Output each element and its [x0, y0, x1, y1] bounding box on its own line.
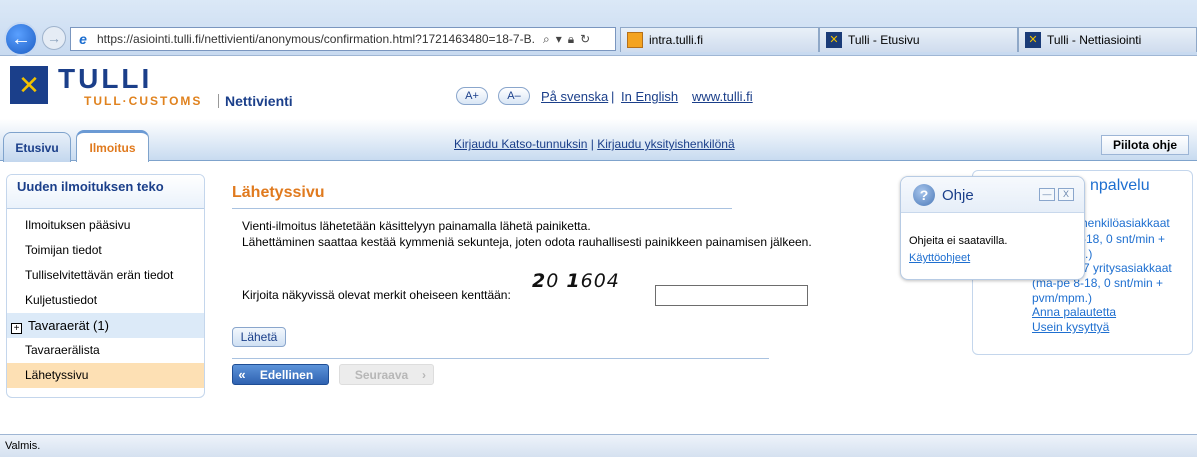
- tab-ilmoitus[interactable]: Ilmoitus: [76, 130, 149, 162]
- double-chevron-left-icon: «: [238, 367, 246, 382]
- address-bar[interactable]: e https://asiointi.tulli.fi/nettivienti/…: [70, 27, 616, 51]
- feedback-link[interactable]: Anna palautetta: [1032, 305, 1116, 319]
- tulli-emblem-icon: ✕: [10, 66, 48, 104]
- arrow-right-icon: →: [47, 30, 61, 46]
- tulli-favicon-icon: ✕: [1025, 32, 1041, 48]
- captcha-char: 0: [546, 270, 560, 292]
- question-icon: ?: [913, 184, 935, 206]
- browser-tab-tulli-etusivu[interactable]: ✕ Tulli - Etusivu: [819, 27, 1018, 52]
- divider: [232, 358, 769, 359]
- search-icon[interactable]: ⌕: [543, 32, 550, 47]
- brand-subtitle: TULL·CUSTOMS: [84, 94, 203, 108]
- minimize-icon[interactable]: —: [1039, 188, 1055, 201]
- brand-logo: TULLI: [58, 63, 153, 94]
- sidebar-item-consignment[interactable]: Tulliselvitettävän erän tiedot: [7, 263, 204, 288]
- customer-service-text: pvm/mpm.): [1032, 291, 1092, 305]
- lang-english-link[interactable]: In English: [621, 89, 678, 104]
- browser-toolbar: ← → e https://asiointi.tulli.fi/nettivie…: [0, 0, 1197, 56]
- app-name: Nettivienti: [225, 93, 293, 109]
- login-katso-link[interactable]: Kirjaudu Katso-tunnuksin: [454, 137, 587, 151]
- sidebar-title: Uuden ilmoituksen teko: [7, 175, 204, 209]
- hide-help-button[interactable]: Piilota ohje: [1101, 135, 1189, 155]
- captcha-input[interactable]: [655, 285, 808, 306]
- tab-title: Tulli - Etusivu: [848, 33, 920, 47]
- font-increase-button[interactable]: A+: [456, 87, 488, 105]
- expand-icon[interactable]: +: [11, 323, 22, 334]
- next-button[interactable]: Seuraava ›: [339, 364, 434, 385]
- sidebar: Uuden ilmoituksen teko Ilmoituksen pääsi…: [6, 174, 205, 398]
- next-button-label: Seuraava: [354, 367, 409, 382]
- tulli-site-link[interactable]: www.tulli.fi: [692, 89, 753, 104]
- sidebar-item-goods-items[interactable]: + Tavaraerät (1): [7, 313, 204, 338]
- tab-title: intra.tulli.fi: [649, 33, 704, 47]
- intra-favicon-icon: [627, 32, 643, 48]
- captcha-image: 20 1604: [532, 270, 620, 292]
- user-guide-link[interactable]: Käyttöohjeet: [909, 252, 970, 264]
- tab-etusivu[interactable]: Etusivu: [3, 132, 71, 162]
- help-popup-header: ? Ohje — X: [901, 177, 1084, 213]
- customer-service-title: npalvelu: [1090, 177, 1150, 194]
- previous-button-label: Edellinen: [259, 367, 314, 382]
- refresh-icon[interactable]: ↻: [580, 32, 590, 46]
- lock-icon[interactable]: 🔒︎: [568, 32, 574, 47]
- forward-button[interactable]: →: [42, 26, 66, 50]
- url-text[interactable]: https://asiointi.tulli.fi/nettivienti/an…: [97, 32, 537, 46]
- browser-tab-tulli-nettiasiointi[interactable]: ✕ Tulli - Nettiasiointi: [1018, 27, 1197, 52]
- ie-page-icon: e: [79, 31, 87, 47]
- tulli-favicon-icon: ✕: [826, 32, 842, 48]
- help-title: Ohje: [942, 187, 974, 204]
- send-button[interactable]: Lähetä: [232, 327, 286, 347]
- info-text-1: Vienti-ilmoitus lähetetään käsittelyyn p…: [242, 219, 591, 233]
- help-popup: ? Ohje — X Ohjeita ei saatavilla. Käyttö…: [900, 176, 1085, 280]
- sidebar-item-send-page[interactable]: Lähetyssivu: [7, 363, 204, 388]
- chevron-right-icon: ›: [422, 367, 426, 382]
- lang-swedish-link[interactable]: På svenska: [541, 89, 608, 104]
- font-decrease-button[interactable]: A–: [498, 87, 530, 105]
- back-button[interactable]: ←: [4, 22, 38, 56]
- link-separator: |: [611, 89, 615, 104]
- faq-link[interactable]: Usein kysyttyä: [1032, 320, 1109, 334]
- divider: [218, 94, 219, 108]
- captcha-label: Kirjoita näkyvissä olevat merkit oheisee…: [242, 288, 511, 302]
- customer-service-text: .): [1085, 247, 1093, 261]
- sidebar-item-operator[interactable]: Toimijan tiedot: [7, 238, 204, 263]
- arrow-left-icon: ←: [11, 27, 31, 50]
- sidebar-item-main-page[interactable]: Ilmoituksen pääsivu: [7, 213, 204, 238]
- customer-service-text: -18, 0 snt/min +: [1082, 232, 1166, 246]
- close-icon[interactable]: X: [1058, 188, 1074, 201]
- divider: [232, 208, 732, 209]
- captcha-char: 2: [532, 270, 547, 292]
- sidebar-item-transport[interactable]: Kuljetustiedot: [7, 288, 204, 313]
- captcha-char: 604: [580, 270, 620, 292]
- site-header: ✕ TULLI TULL·CUSTOMS Nettivienti A+ A– P…: [0, 57, 1197, 162]
- customer-service-text: 6 henkilöasiakkaat: [1071, 216, 1170, 230]
- tab-title: Tulli - Nettiasiointi: [1047, 33, 1142, 47]
- status-bar: Valmis.: [0, 434, 1197, 457]
- sidebar-item-label: Tavaraerät (1): [28, 318, 109, 333]
- dropdown-arrow-icon[interactable]: ▾: [556, 32, 562, 46]
- login-private-link[interactable]: Kirjaudu yksityishenkilönä: [597, 137, 734, 151]
- login-links: Kirjaudu Katso-tunnuksin | Kirjaudu yksi…: [454, 137, 735, 151]
- sidebar-item-goods-list[interactable]: Tavaraerälista: [7, 338, 204, 363]
- page-title: Lähetyssivu: [232, 184, 325, 201]
- customer-service-text: 7 yritysasiakkaat: [1083, 261, 1172, 275]
- captcha-char: 1: [566, 270, 581, 292]
- help-text: Ohjeita ei saatavilla.: [909, 235, 1008, 247]
- previous-button[interactable]: « Edellinen: [232, 364, 329, 385]
- info-text-2: Lähettäminen saattaa kestää kymmeniä sek…: [242, 235, 812, 249]
- browser-tab-intra[interactable]: intra.tulli.fi: [620, 27, 819, 52]
